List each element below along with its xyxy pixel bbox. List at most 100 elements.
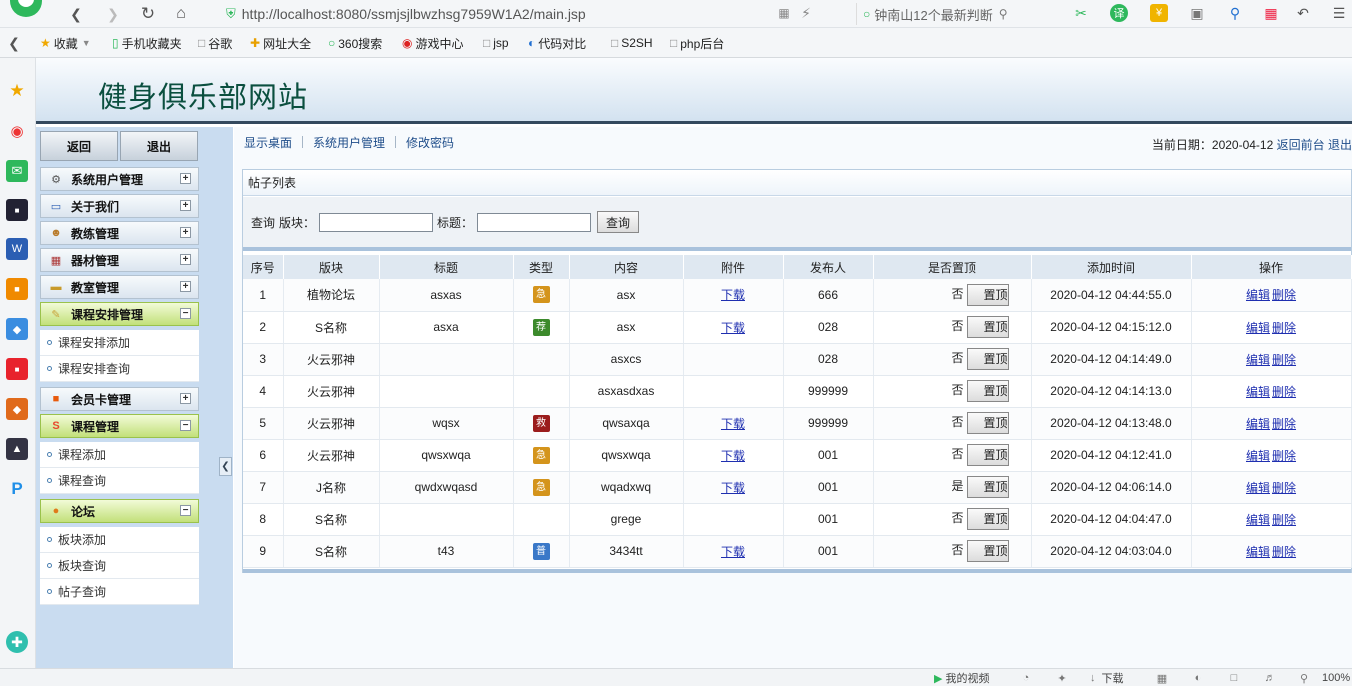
delete-link[interactable]: 删除 [1272,288,1296,302]
delete-link[interactable]: 删除 [1272,545,1296,559]
bookmark-google[interactable]: □ 谷歌 [198,34,232,52]
download-link[interactable]: 下载 [721,481,745,495]
news-app-icon[interactable]: ■ [6,199,28,221]
grid-status-icon[interactable]: ▦ [1154,670,1170,686]
coin-icon[interactable]: ¥ [1150,4,1168,22]
sidebar-menu-3[interactable]: ☻ 教练管理 + [40,221,199,245]
delete-link[interactable]: 删除 [1272,417,1296,431]
search-button[interactable]: 查询 [597,211,640,233]
sidebar-subitem[interactable]: 板块添加 [40,527,199,553]
sidebar-subitem[interactable]: 课程安排查询 [40,356,199,382]
edit-link[interactable]: 编辑 [1246,545,1270,559]
find-icon[interactable]: ⚲ [1226,4,1244,22]
qr-icon[interactable]: ▦ [776,5,792,21]
game3-app-icon[interactable]: ▲ [6,438,28,460]
bookmark-mobile[interactable]: ▯ 手机收藏夹 [112,34,182,52]
favorite-star-icon[interactable]: ★ [6,80,28,102]
delete-link[interactable]: 删除 [1272,321,1296,335]
collapse-sidebar-icon[interactable]: ❮ [219,457,232,476]
sidebar-menu-1[interactable]: ⚙ 系统用户管理 + [40,167,199,191]
download-link[interactable]: 下载 [721,417,745,431]
address-bar[interactable]: ⛨ http://localhost:8080/ssmjsjlbwzhsg795… [226,3,846,25]
pin-button[interactable]: 置顶 [966,316,1009,338]
bookmark-s2sh[interactable]: □ S2SH [611,34,653,52]
sidebar-subitem[interactable]: 板块查询 [40,553,199,579]
bookmark-favorites[interactable]: ★ 收藏 ▼ [40,34,91,52]
download-button[interactable]: ↓ 下载 [1090,670,1124,686]
sidebar-menu-9[interactable]: ● 论坛 − [40,499,199,523]
edit-link[interactable]: 编辑 [1246,353,1270,367]
sidebar-subitem[interactable]: 帖子查询 [40,579,199,605]
collapse-icon[interactable]: − [180,308,191,319]
expand-icon[interactable]: + [180,227,191,238]
sidebar-menu-4[interactable]: ▦ 器材管理 + [40,248,199,272]
edit-link[interactable]: 编辑 [1246,481,1270,495]
download-link[interactable]: 下载 [721,449,745,463]
download-link[interactable]: 下载 [721,288,745,302]
image-icon[interactable]: ▣ [1188,4,1206,22]
game-app-icon[interactable]: ◆ [6,318,28,340]
edit-link[interactable]: 编辑 [1246,385,1270,399]
bookmark-sites[interactable]: ✚ 网址大全 [250,34,311,52]
word-icon[interactable]: W [6,238,28,260]
delete-link[interactable]: 删除 [1272,385,1296,399]
home-icon[interactable]: ⌂ [170,3,192,25]
search-box[interactable]: ○ 钟南山12个最新判断 ⚲ [856,3,1046,25]
delete-link[interactable]: 删除 [1272,449,1296,463]
bookmark-jsp[interactable]: □ jsp [483,34,509,52]
pin-button[interactable]: 置顶 [966,540,1009,562]
header-logout-link[interactable]: 退出 [1328,138,1352,152]
section-input[interactable] [319,212,434,232]
expand-icon[interactable]: + [180,173,191,184]
game2-app-icon[interactable]: ◆ [6,398,28,420]
magnifier-icon[interactable]: ⚲ [999,7,1008,21]
undo-icon[interactable]: ↶ [1294,4,1312,22]
sidebar-subitem[interactable]: 课程安排添加 [40,330,199,356]
logout-button[interactable]: 退出 [120,131,198,161]
delete-link[interactable]: 删除 [1272,353,1296,367]
zoom-icon[interactable]: ⚲ [1296,670,1312,686]
tab-change-password[interactable]: 修改密码 [396,134,464,151]
expand-icon[interactable]: + [180,254,191,265]
expand-icon[interactable]: + [180,393,191,404]
expand-icon[interactable]: + [180,200,191,211]
delete-link[interactable]: 删除 [1272,481,1296,495]
xiaohongshu-icon[interactable]: ■ [6,358,28,380]
sidebar-subitem[interactable]: 课程查询 [40,468,199,494]
pin-button[interactable]: 置顶 [966,476,1009,498]
expand-icon[interactable]: + [180,281,191,292]
sidebar-menu-2[interactable]: ▭ 关于我们 + [40,194,199,218]
speed-icon[interactable]: ◔ [1018,670,1034,686]
edge-icon[interactable]: ◐ [1190,670,1206,686]
pin-button[interactable]: 置顶 [966,283,1009,306]
window-icon[interactable]: □ [1226,670,1242,686]
edit-link[interactable]: 编辑 [1246,288,1270,302]
edit-link[interactable]: 编辑 [1246,513,1270,527]
pin-button[interactable]: 置顶 [966,380,1009,402]
sidebar-menu-7[interactable]: ■ 会员卡管理 + [40,387,199,411]
add-app-icon[interactable]: ✚ [6,631,28,653]
edit-link[interactable]: 编辑 [1246,449,1270,463]
translate-icon[interactable]: 译 [1110,4,1128,22]
sidebar-menu-6[interactable]: ✎ 课程安排管理 − [40,302,199,326]
volume-icon[interactable]: ♬ [1262,670,1278,686]
pin-icon[interactable]: ✦ [1054,670,1070,686]
bookmark-php[interactable]: □ php后台 [670,34,724,52]
refresh-icon[interactable]: ↻ [137,3,159,25]
sidebar-toggle-icon[interactable]: ❮ [6,34,22,52]
lightning-icon[interactable]: ⚡ [798,5,814,21]
tab-show-desktop[interactable]: 显示桌面 [234,134,302,151]
front-page-link[interactable]: 返回前台 [1277,138,1325,152]
mail-icon[interactable]: ✉ [6,160,28,182]
title-input[interactable] [477,212,592,232]
pin-button[interactable]: 置顶 [966,412,1009,434]
apps-grid-icon[interactable]: ▦ [1262,4,1280,22]
bookmark-360[interactable]: ○ 360搜索 [328,34,382,52]
tab-user-management[interactable]: 系统用户管理 [303,134,395,151]
back-button[interactable]: 返回 [40,131,118,161]
pin-button[interactable]: 置顶 [966,508,1009,530]
download-link[interactable]: 下载 [721,321,745,335]
collapse-icon[interactable]: − [180,420,191,431]
edit-link[interactable]: 编辑 [1246,417,1270,431]
p-app-icon[interactable]: P [6,478,28,500]
